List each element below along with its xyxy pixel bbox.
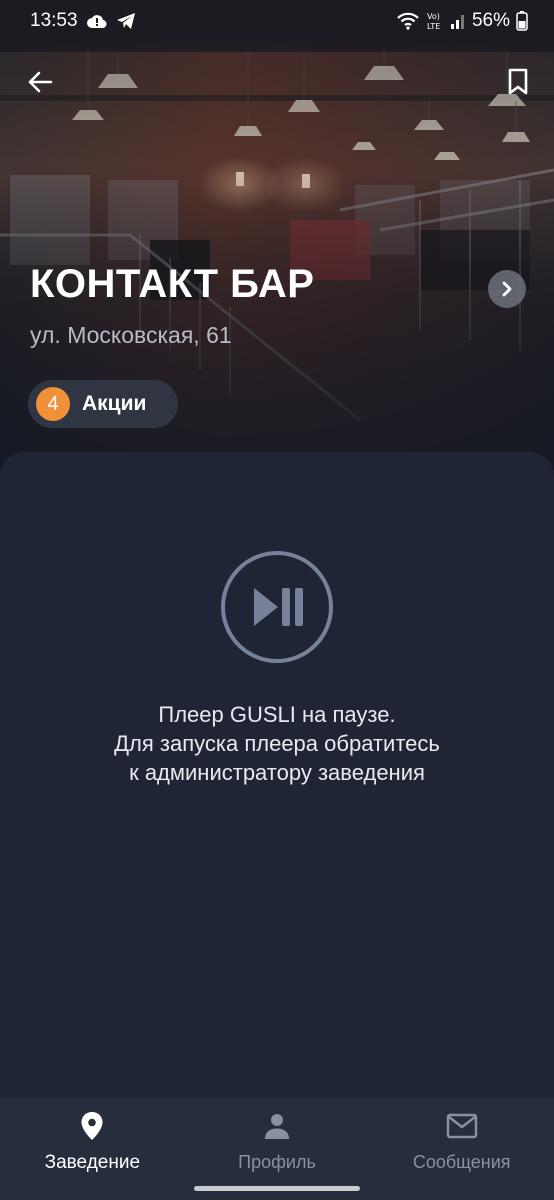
nav-item-profile[interactable]: Профиль — [185, 1098, 370, 1200]
play-pause-icon — [221, 551, 333, 663]
promotions-count-badge: 4 — [36, 387, 70, 421]
volte-icon: Vo) LTE — [427, 12, 440, 31]
bottom-navigation: Заведение Профиль Сообщения — [0, 1098, 554, 1200]
promotions-label: Акции — [82, 392, 147, 415]
svg-text:Vo): Vo) — [427, 12, 440, 21]
location-pin-icon — [81, 1112, 103, 1140]
battery-percent: 56% — [471, 10, 510, 31]
arrow-left-icon — [28, 71, 53, 93]
wifi-icon — [397, 12, 419, 30]
bookmark-button[interactable] — [496, 60, 540, 104]
status-bar: 13:53 Vo) LTE 56% — [0, 0, 554, 42]
player-status-line-1: Плеер GUSLI на паузе. — [158, 702, 396, 727]
nav-label-profile: Профиль — [238, 1152, 316, 1172]
nav-label-venue: Заведение — [44, 1152, 141, 1173]
back-button[interactable] — [18, 60, 62, 104]
player-sheet: Плеер GUSLI на паузе. Для запуска плеера… — [0, 452, 554, 1098]
nav-item-messages[interactable]: Сообщения — [369, 1098, 554, 1200]
screen: 13:53 Vo) LTE 56% КОНТАКТ БАР ул. Москов… — [0, 0, 554, 1200]
venue-title: КОНТАКТ БАР — [30, 262, 315, 306]
nav-item-venue[interactable]: Заведение — [0, 1098, 185, 1200]
mail-icon — [446, 1113, 477, 1139]
bookmark-icon — [508, 68, 528, 95]
battery-icon — [516, 11, 528, 31]
venue-details-button[interactable] — [488, 270, 526, 308]
signal-icon — [450, 15, 464, 29]
player-status-line-2: Для запуска плеера обратитесь — [114, 731, 440, 756]
promotions-chip[interactable]: 4 Акции — [28, 380, 178, 428]
player-status-message: Плеер GUSLI на паузе. Для запуска плеера… — [0, 700, 554, 787]
status-time: 13:53 — [30, 10, 78, 31]
person-icon — [265, 1114, 289, 1139]
nav-label-messages: Сообщения — [412, 1152, 511, 1172]
venue-address: ул. Московская, 61 — [30, 322, 232, 348]
cloud-alert-icon — [86, 15, 107, 29]
chevron-right-icon — [502, 281, 512, 297]
player-status-line-3: к администратору заведения — [129, 760, 425, 785]
telegram-icon — [116, 13, 135, 29]
svg-text:LTE: LTE — [427, 22, 440, 31]
home-indicator[interactable] — [194, 1186, 360, 1191]
